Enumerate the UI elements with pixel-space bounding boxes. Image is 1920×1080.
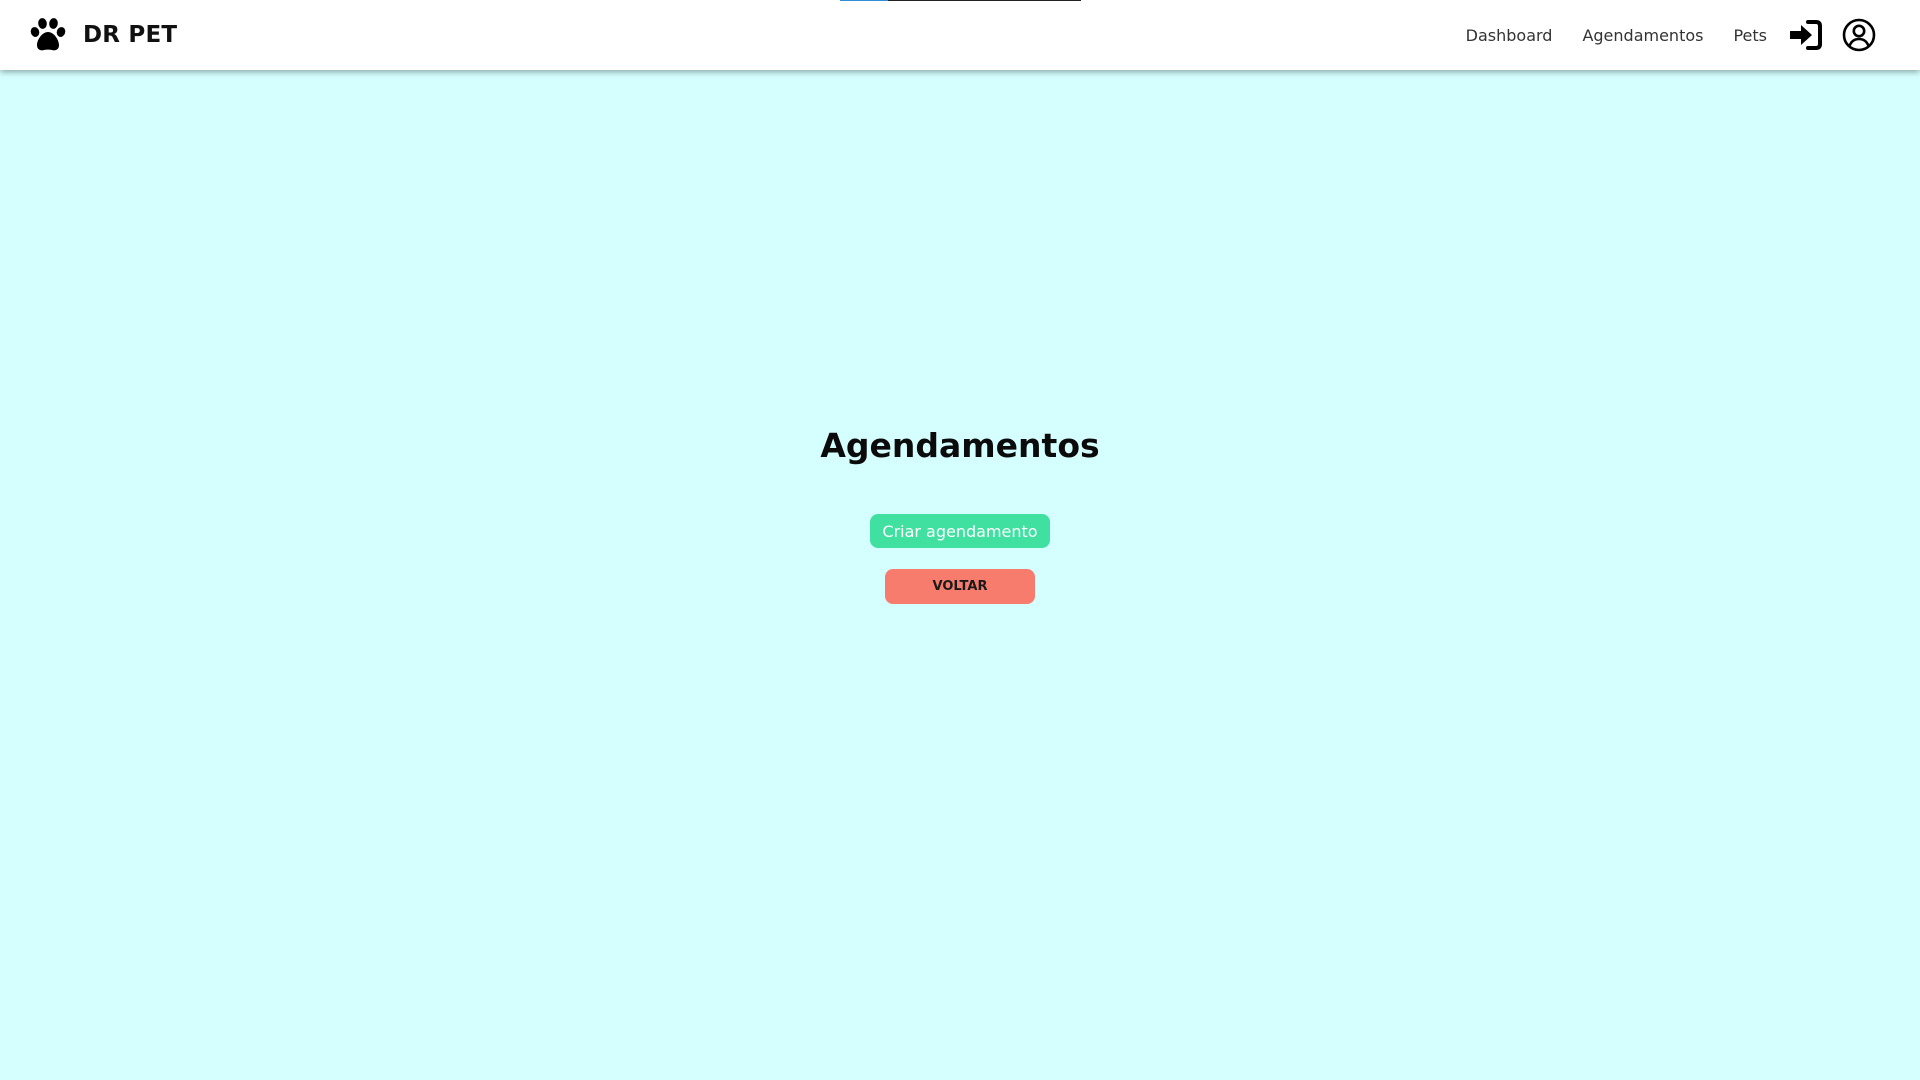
top-navbar: DR PET Dashboard Agendamentos Pets — [0, 0, 1920, 70]
page-loading-progress-bar — [840, 0, 1081, 1]
back-button[interactable]: VOLTAR — [885, 569, 1035, 604]
page-loading-progress-fill — [840, 0, 889, 1]
sign-in-icon[interactable] — [1787, 17, 1823, 53]
page-title: Agendamentos — [820, 426, 1100, 465]
brand-home-link[interactable]: DR PET — [28, 15, 177, 55]
user-circle-icon[interactable] — [1841, 17, 1877, 53]
create-appointment-button[interactable]: Criar agendamento — [870, 514, 1050, 548]
main-navigation: Dashboard Agendamentos Pets — [1466, 17, 1877, 53]
nav-link-agendamentos[interactable]: Agendamentos — [1582, 26, 1703, 45]
nav-link-dashboard[interactable]: Dashboard — [1466, 26, 1553, 45]
nav-link-pets[interactable]: Pets — [1733, 26, 1767, 45]
paw-icon — [28, 15, 68, 55]
brand-name: DR PET — [83, 22, 178, 48]
